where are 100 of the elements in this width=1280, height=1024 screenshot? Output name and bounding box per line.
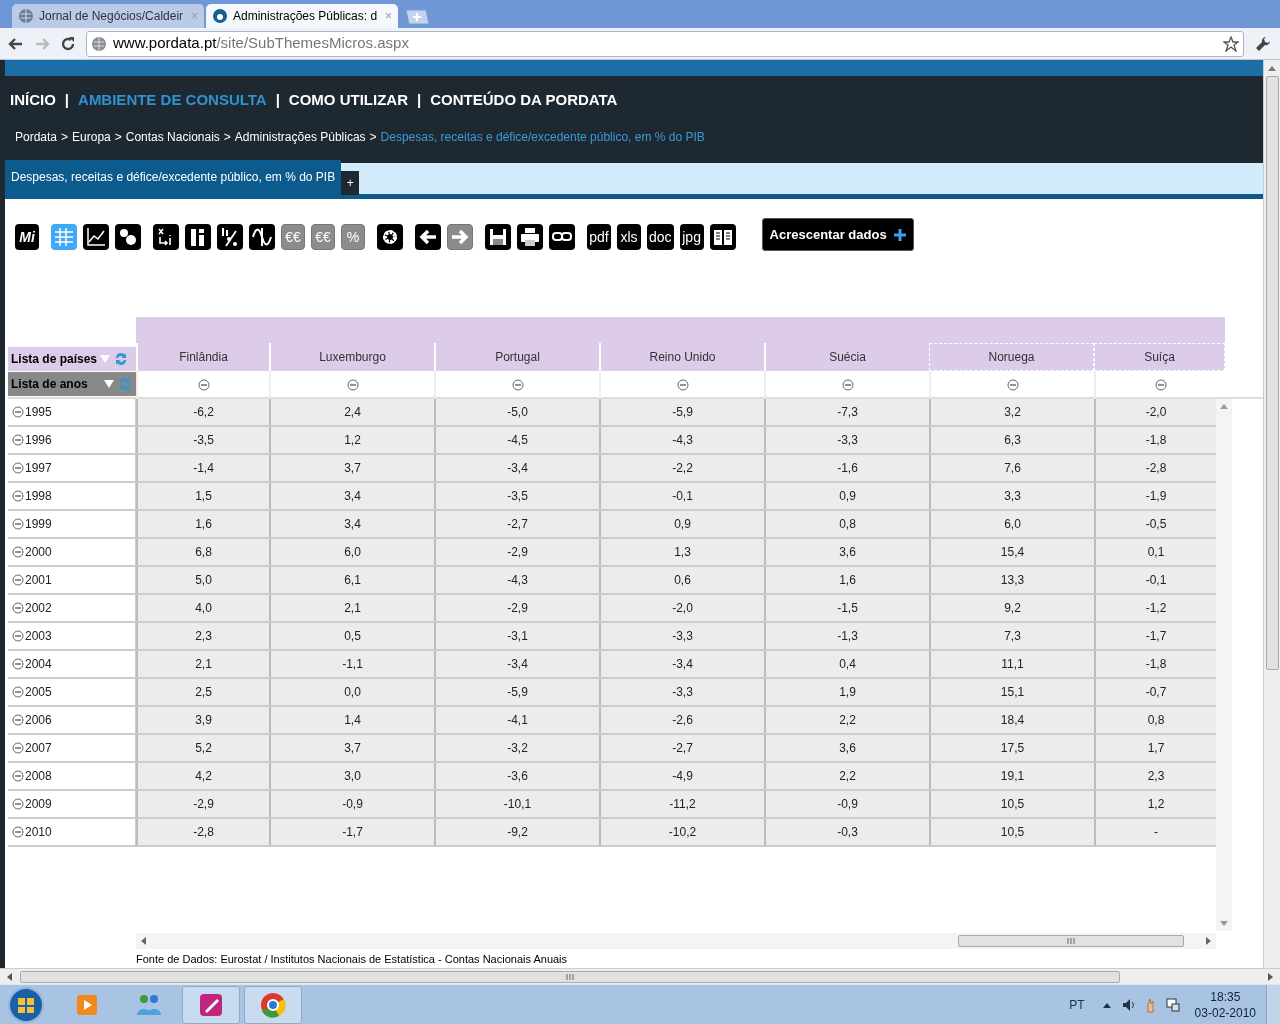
toolbar-button[interactable] — [185, 224, 211, 250]
column-header[interactable]: Luxemburgo — [269, 343, 434, 371]
scroll-up-icon[interactable] — [1267, 64, 1277, 72]
table-h-scrollbar[interactable] — [136, 933, 1216, 949]
nav-link[interactable]: INÍCIO — [10, 88, 56, 112]
toolbar-button[interactable] — [517, 224, 543, 250]
toolbar-button[interactable] — [377, 224, 403, 250]
scroll-thumb[interactable] — [20, 970, 1120, 983]
clock-date[interactable]: 03-02-2010 — [1194, 1005, 1256, 1021]
breadcrumb-link[interactable]: Administrações Públicas — [234, 128, 366, 146]
collapse-icon[interactable] — [841, 379, 854, 391]
toolbar-button[interactable]: doc — [647, 224, 674, 250]
toolbar-button[interactable]: pdf — [587, 224, 611, 250]
collapse-icon[interactable] — [12, 518, 24, 530]
collapse-icon[interactable] — [12, 490, 24, 502]
collapse-icon[interactable] — [12, 574, 24, 586]
collapse-icon[interactable] — [12, 546, 24, 558]
collapse-icon[interactable] — [12, 602, 24, 614]
scroll-left-icon[interactable] — [140, 937, 146, 945]
taskbar-button[interactable] — [182, 986, 240, 1024]
start-button[interactable] — [6, 985, 46, 1024]
toolbar-button[interactable] — [709, 224, 736, 250]
collapse-icon[interactable] — [12, 742, 24, 754]
collapse-icon[interactable] — [12, 630, 24, 642]
collapse-icon[interactable] — [12, 714, 24, 726]
column-header[interactable]: Reino Unido — [599, 343, 764, 371]
collapse-icon[interactable] — [12, 770, 24, 782]
filter-header[interactable]: Lista de países — [8, 347, 136, 371]
collapse-icon[interactable] — [12, 406, 24, 418]
column-header[interactable]: Suécia — [764, 343, 929, 371]
nav-link[interactable]: CONTEÚDO DA PORDATA — [430, 88, 618, 112]
clock-time[interactable]: 18:35 — [1210, 989, 1241, 1005]
scroll-left-icon[interactable] — [6, 972, 12, 981]
table-cell: -3,4 — [434, 455, 599, 481]
column-header[interactable]: Noruega — [929, 343, 1094, 371]
page-h-scrollbar[interactable] — [0, 968, 1280, 984]
toolbar-button[interactable] — [249, 224, 275, 250]
collapse-icon[interactable] — [12, 826, 24, 838]
year-label: 2009 — [25, 796, 52, 813]
nav-link[interactable]: COMO UTILIZAR — [288, 88, 408, 112]
collapse-icon[interactable] — [12, 686, 24, 698]
toolbar-button[interactable] — [549, 224, 575, 250]
dropdown-icon[interactable] — [104, 380, 114, 388]
breadcrumb-link[interactable]: Pordata — [15, 128, 58, 146]
toolbar-button[interactable] — [153, 224, 179, 250]
table-cell: -3,6 — [434, 763, 599, 789]
toolbar-button[interactable]: Mi — [15, 224, 39, 250]
show-hidden-icon[interactable] — [1102, 1002, 1111, 1008]
collapse-icon[interactable] — [1006, 379, 1019, 391]
collapse-icon[interactable] — [197, 379, 210, 391]
browser-tab[interactable]: Administrações Públicas: d × — [206, 4, 398, 28]
forward-icon[interactable] — [34, 35, 50, 52]
toolbar-button[interactable] — [83, 224, 109, 250]
column-header[interactable]: Suíça — [1094, 343, 1225, 371]
scroll-thumb[interactable] — [958, 935, 1184, 947]
collapse-icon[interactable] — [1154, 379, 1167, 391]
filter-header[interactable]: Lista de anos — [8, 372, 136, 396]
taskbar-button[interactable] — [244, 986, 302, 1024]
toolbar-button[interactable]: jpg — [679, 224, 704, 250]
toolbar-button[interactable] — [415, 224, 441, 250]
address-field[interactable]: www.pordata.pt/site/SubThemesMicros.aspx — [86, 30, 1244, 57]
toolbar-button[interactable] — [217, 224, 243, 250]
collapse-icon[interactable] — [511, 379, 524, 391]
collapse-icon[interactable] — [676, 379, 689, 391]
scroll-right-icon[interactable] — [1268, 972, 1274, 981]
collapse-icon[interactable] — [12, 798, 24, 810]
reload-icon[interactable] — [60, 35, 76, 52]
back-icon[interactable] — [8, 35, 24, 52]
table-scrollbar[interactable] — [1216, 399, 1232, 931]
network-icon[interactable] — [1164, 997, 1181, 1013]
scroll-right-icon[interactable] — [1206, 937, 1212, 945]
star-icon[interactable] — [1223, 35, 1239, 52]
table-cell: 17,5 — [929, 735, 1094, 761]
toolbar-button[interactable] — [485, 224, 511, 250]
nav-link[interactable]: AMBIENTE DE CONSULTA — [78, 88, 267, 112]
new-tab-button[interactable] — [404, 9, 430, 25]
add-tab-button[interactable]: + — [341, 171, 360, 195]
breadcrumb-link[interactable]: Contas Nacionais — [125, 128, 220, 146]
scroll-thumb[interactable] — [1265, 76, 1279, 670]
volume-icon[interactable] — [1120, 997, 1137, 1013]
collapse-icon[interactable] — [12, 462, 24, 474]
column-header[interactable]: Finlândia — [136, 343, 269, 371]
collapse-icon[interactable] — [12, 434, 24, 446]
breadcrumb-link[interactable]: Despesas, receitas e défice/excedente público, em % do PIB — [380, 128, 705, 146]
toolbar-button[interactable] — [115, 224, 141, 250]
table-cell: -1,2 — [1094, 595, 1216, 621]
page-tab[interactable]: Despesas, receitas e défice/excedente público, em % do PIB — [5, 160, 342, 194]
scroll-up-icon[interactable] — [1220, 403, 1228, 409]
language-indicator[interactable]: PT — [1069, 996, 1085, 1014]
scroll-down-icon[interactable] — [1220, 921, 1228, 927]
collapse-icon[interactable] — [346, 379, 359, 391]
table-cell: -4,3 — [599, 427, 764, 453]
column-header[interactable]: Portugal — [434, 343, 599, 371]
page-scrollbar[interactable] — [1263, 60, 1280, 968]
add-data-button[interactable]: Acrescentar dados — [761, 218, 914, 251]
breadcrumb-link[interactable]: Europa — [72, 128, 111, 146]
toolbar-button[interactable]: xls — [617, 224, 641, 250]
collapse-icon[interactable] — [12, 658, 24, 670]
wrench-icon[interactable] — [1254, 34, 1272, 53]
browser-tab[interactable]: Jornal de Negócios/Caldeir × — [12, 4, 204, 28]
